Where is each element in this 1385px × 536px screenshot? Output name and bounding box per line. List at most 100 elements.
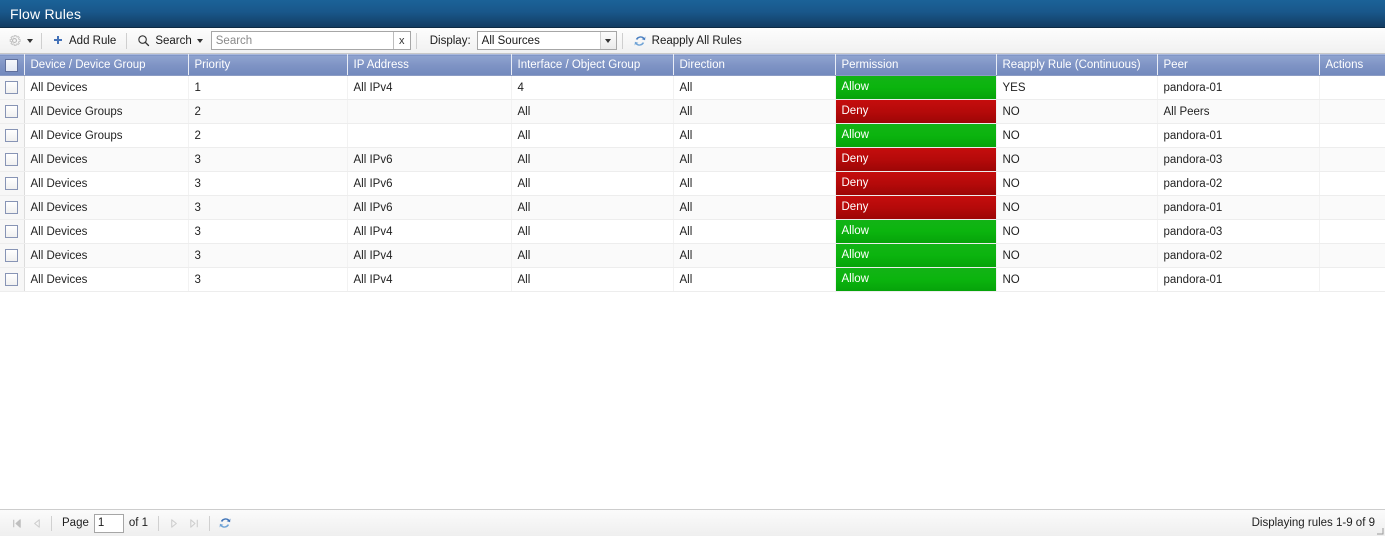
settings-menu-button[interactable] [4,30,36,52]
cell-peer: pandora-01 [1157,75,1320,100]
table-row[interactable]: All Devices 3 All IPv4 All All Allow NO pandora… [0,219,1385,244]
cell-ip: All IPv4 [347,75,512,100]
select-all-checkbox[interactable] [5,58,19,72]
display-source-select[interactable]: All Sources [476,31,617,50]
permission-badge: Allow [835,268,995,291]
permission-badge: Deny [835,196,995,219]
cell-device: All Devices [24,195,189,220]
cell-direction: All [673,123,836,148]
permission-cell: Allow [835,243,997,268]
table-row[interactable]: All Devices 3 All IPv6 All All Deny NO pandora-… [0,147,1385,172]
chevron-down-icon[interactable] [599,32,616,49]
cell-interface: All [511,147,674,172]
row-select-checkbox[interactable] [5,81,19,94]
display-source-value: All Sources [481,34,540,47]
magnifier-icon [137,34,150,47]
permission-cell: Deny [835,195,997,220]
cell-priority: 1 [188,75,348,100]
cell-direction: All [673,99,836,124]
cell-actions [1319,171,1385,196]
cell-peer: pandora-01 [1157,195,1320,220]
row-select-checkbox[interactable] [5,225,19,238]
row-select-cell [0,219,25,244]
column-header-priority[interactable]: Priority [188,54,348,76]
pager-divider [158,515,160,531]
row-select-checkbox[interactable] [5,177,19,190]
table-row[interactable]: All Device Groups 2 All All Deny NO All Peers [0,99,1385,124]
reapply-all-rules-label: Reapply All Rules [651,34,742,47]
table-row[interactable]: All Devices 3 All IPv6 All All Deny NO pandora-… [0,171,1385,196]
next-page-button[interactable] [164,513,184,533]
table-row[interactable]: All Devices 3 All IPv4 All All Allow NO pandora… [0,267,1385,292]
prev-page-button[interactable] [26,513,46,533]
pager-divider [51,515,52,531]
cell-reapply: NO [996,147,1158,172]
cell-reapply: NO [996,123,1158,148]
cell-reapply: NO [996,195,1158,220]
cell-device: All Device Groups [24,99,189,124]
row-select-cell [0,99,25,124]
cell-priority: 3 [188,195,348,220]
prev-page-icon [30,517,43,530]
add-rule-button[interactable]: Add Rule [47,30,121,52]
cell-device: All Devices [24,243,189,268]
row-select-cell [0,171,25,196]
column-header-ip[interactable]: IP Address [347,54,512,76]
chevron-down-glyph [605,38,612,43]
cell-interface: All [511,123,674,148]
table-row[interactable]: All Device Groups 2 All All Allow NO pandora-0… [0,123,1385,148]
display-label: Display: [429,34,471,47]
permission-cell: Allow [835,123,997,148]
row-select-checkbox[interactable] [5,153,19,166]
row-select-checkbox[interactable] [5,105,19,118]
cell-ip: All IPv6 [347,171,512,196]
refresh-grid-button[interactable] [215,513,235,533]
resize-grip[interactable] [1372,523,1384,535]
row-select-checkbox[interactable] [5,273,19,286]
table-row[interactable]: All Devices 3 All IPv6 All All Deny NO pandora-… [0,195,1385,220]
cell-direction: All [673,243,836,268]
column-header-reapply[interactable]: Reapply Rule (Continuous) [996,54,1158,76]
row-select-cell [0,75,25,100]
cell-priority: 3 [188,147,348,172]
last-page-button[interactable] [184,513,204,533]
search-input[interactable] [211,32,393,49]
column-header-device[interactable]: Device / Device Group [24,54,189,76]
table-row[interactable]: All Devices 1 All IPv4 4 All Allow YES pandora-… [0,75,1385,100]
cell-peer: pandora-03 [1157,147,1320,172]
permission-cell: Deny [835,171,997,196]
last-page-icon [188,517,201,530]
cell-actions [1319,243,1385,268]
cell-ip [347,99,512,124]
first-page-button[interactable] [6,513,26,533]
column-header-direction[interactable]: Direction [673,54,836,76]
refresh-icon [633,34,647,48]
permission-badge: Allow [835,76,995,99]
cell-ip [347,123,512,148]
row-select-checkbox[interactable] [5,201,19,214]
row-select-cell [0,147,25,172]
cell-priority: 3 [188,171,348,196]
pager-bar: Page of 1 [0,509,1385,536]
row-select-cell [0,243,25,268]
column-header-permission[interactable]: Permission [835,54,997,76]
plus-icon [52,35,64,47]
cell-actions [1319,99,1385,124]
reapply-all-rules-button[interactable]: Reapply All Rules [628,30,747,52]
cell-peer: pandora-01 [1157,267,1320,292]
cell-direction: All [673,267,836,292]
column-header-interface[interactable]: Interface / Object Group [511,54,674,76]
page-number-input[interactable] [93,513,124,533]
table-row[interactable]: All Devices 3 All IPv4 All All Allow NO pandora… [0,243,1385,268]
row-select-checkbox[interactable] [5,129,19,142]
permission-badge: Deny [835,100,995,123]
column-header-peer[interactable]: Peer [1157,54,1320,76]
pager-divider [209,515,211,531]
search-menu-button[interactable]: Search [132,30,207,52]
search-clear-button[interactable]: x [392,32,410,49]
cell-ip: All IPv6 [347,195,512,220]
table-body: All Devices 1 All IPv4 4 All Allow YES pandora-… [0,75,1385,292]
cell-device: All Devices [24,267,189,292]
row-select-checkbox[interactable] [5,249,19,262]
column-header-actions[interactable]: Actions [1319,54,1385,76]
